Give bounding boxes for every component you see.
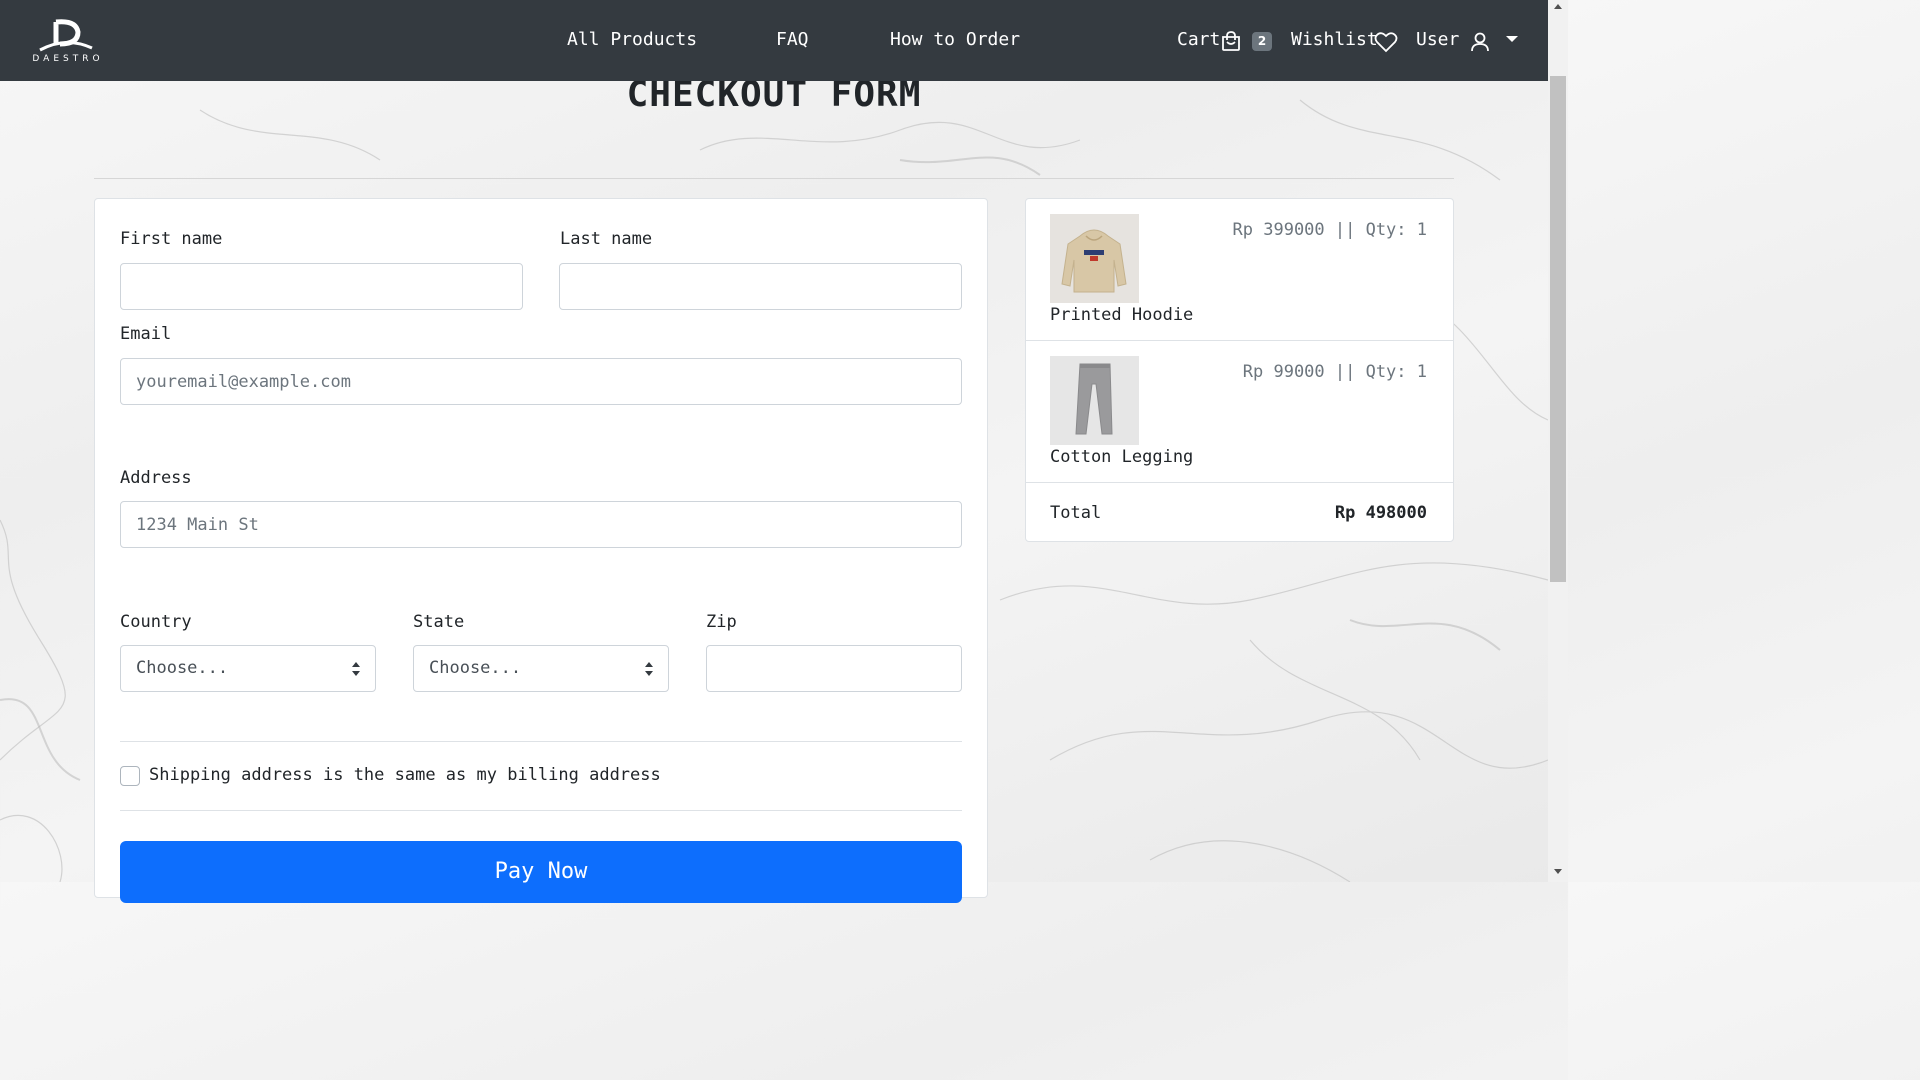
nav-all-products[interactable]: All Products xyxy=(567,29,697,50)
last-name-input[interactable] xyxy=(559,263,962,310)
cart-item-name: Cotton Legging xyxy=(1050,447,1194,467)
cart-summary-card: Printed Hoodie Rp 399000 || Qty: 1 Cotto… xyxy=(1025,198,1454,542)
country-select[interactable]: Choose... xyxy=(120,645,376,692)
brand-logo[interactable]: DAESTRO xyxy=(26,16,110,68)
scroll-thumb[interactable] xyxy=(1550,76,1566,582)
cart-item-price: Rp 99000 || Qty: 1 xyxy=(1242,362,1427,382)
legging-image xyxy=(1050,356,1139,445)
zip-label: Zip xyxy=(706,612,737,632)
state-label: State xyxy=(413,612,465,632)
heart-icon[interactable] xyxy=(1374,31,1398,53)
checkout-form-card: First name Last name Email Address Count… xyxy=(94,198,988,903)
country-label: Country xyxy=(120,612,192,632)
user-dropdown-caret-icon[interactable] xyxy=(1506,36,1518,42)
same-address-label[interactable]: Shipping address is the same as my billi… xyxy=(149,765,661,785)
form-divider xyxy=(120,741,962,742)
cart-item: Printed Hoodie Rp 399000 || Qty: 1 xyxy=(1026,199,1453,341)
nav-how-to-order[interactable]: How to Order xyxy=(890,29,1020,50)
total-label: Total xyxy=(1050,503,1102,523)
hoodie-image xyxy=(1050,214,1139,303)
select-arrows-icon xyxy=(645,662,653,676)
cart-item-name: Printed Hoodie xyxy=(1050,305,1194,325)
shopping-bag-icon[interactable] xyxy=(1220,30,1242,52)
address-label: Address xyxy=(120,468,192,488)
cart-item-price: Rp 399000 || Qty: 1 xyxy=(1232,220,1427,240)
total-value: Rp 498000 xyxy=(1334,503,1427,523)
scroll-up-arrow-icon[interactable] xyxy=(1554,4,1562,9)
last-name-label: Last name xyxy=(560,229,653,249)
nav-user[interactable]: User xyxy=(1416,29,1459,50)
page-scrollbar[interactable] xyxy=(1548,0,1568,882)
first-name-label: First name xyxy=(120,229,223,249)
cart-item: Cotton Legging Rp 99000 || Qty: 1 xyxy=(1026,341,1453,483)
form-divider xyxy=(120,810,962,811)
nav-cart[interactable]: Cart xyxy=(1177,29,1220,50)
select-arrows-icon xyxy=(352,662,360,676)
user-icon[interactable] xyxy=(1470,31,1490,53)
first-name-input[interactable] xyxy=(120,263,523,310)
pay-now-button[interactable]: Pay Now xyxy=(120,841,962,903)
top-navbar: DAESTRO All Products FAQ How to Order Ca… xyxy=(0,0,1548,81)
state-select[interactable]: Choose... xyxy=(413,645,669,692)
nav-wishlist[interactable]: Wishlist xyxy=(1291,29,1378,50)
address-input[interactable] xyxy=(120,501,962,548)
country-select-value: Choose... xyxy=(136,658,229,678)
logo-text: DAESTRO xyxy=(32,54,104,64)
email-label: Email xyxy=(120,324,172,344)
title-divider xyxy=(94,178,1454,179)
logo-mark-icon xyxy=(39,19,93,52)
nav-faq[interactable]: FAQ xyxy=(776,29,809,50)
same-address-checkbox[interactable] xyxy=(120,766,140,786)
scroll-down-arrow-icon[interactable] xyxy=(1554,869,1562,874)
email-input[interactable] xyxy=(120,358,962,405)
zip-input[interactable] xyxy=(706,645,962,692)
cart-count-badge: 2 xyxy=(1252,32,1272,51)
state-select-value: Choose... xyxy=(429,658,522,678)
